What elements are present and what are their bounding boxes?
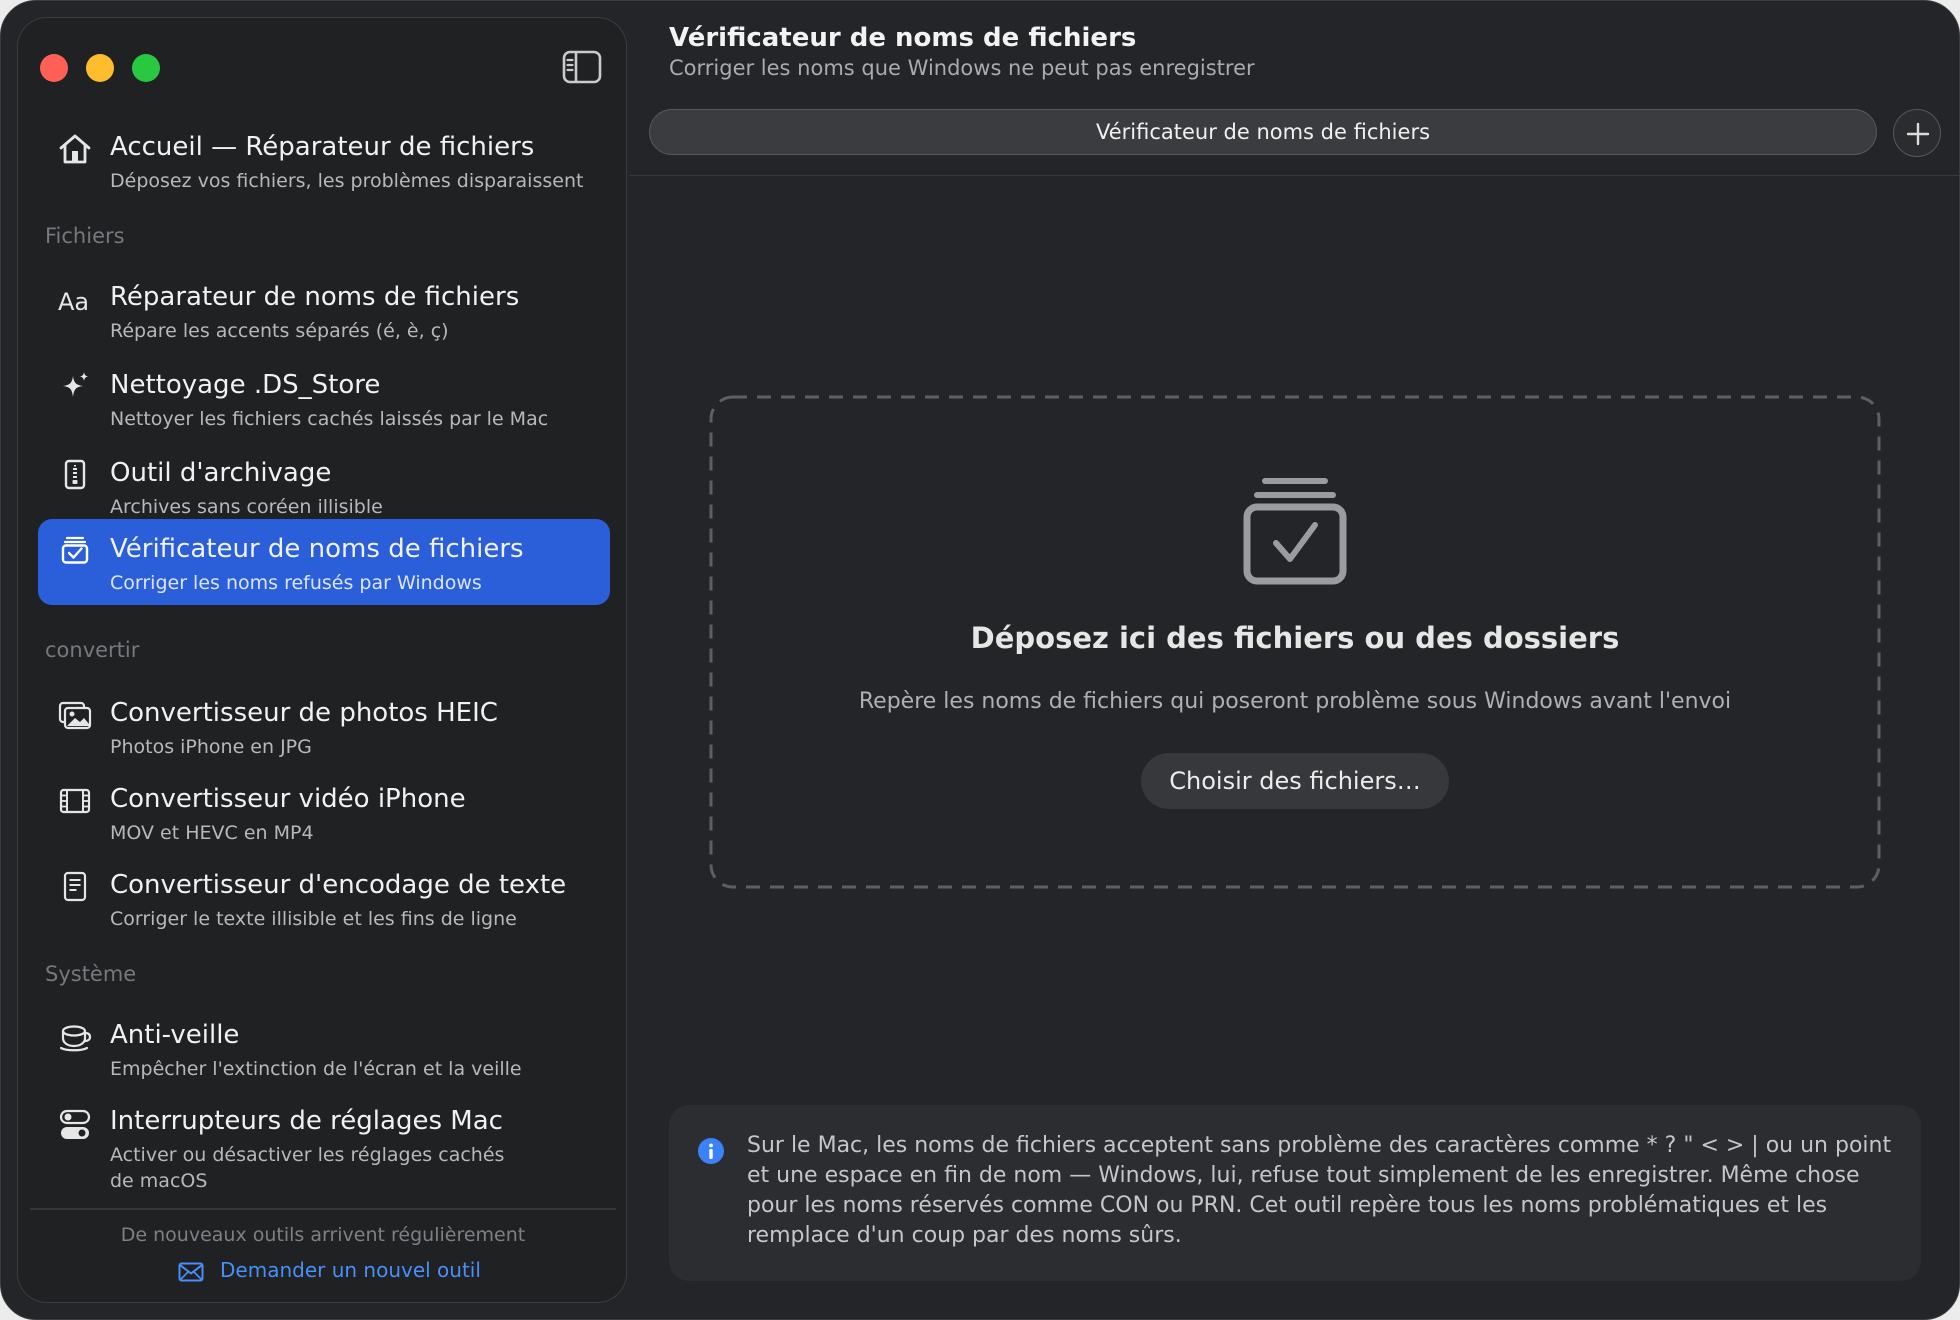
close-window-button[interactable] xyxy=(40,54,68,82)
sidebar-item-subtitle: Activer ou désactiver les réglages caché… xyxy=(110,1144,505,1192)
sidebar-item-subtitle: Empêcher l'extinction de l'écran et la v… xyxy=(110,1058,522,1080)
sidebar-item-filename-repair[interactable]: Aa Réparateur de noms de fichiers Répare… xyxy=(38,266,610,350)
sidebar-item-text-encoding-converter[interactable]: Convertisseur d'encodage de texte Corrig… xyxy=(38,854,610,938)
sidebar-item-home[interactable]: Accueil — Réparateur de fichiers Déposez… xyxy=(38,114,610,210)
sidebar-item-subtitle: Déposez vos fichiers, les problèmes disp… xyxy=(110,170,584,192)
sidebar-item-title: Convertisseur d'encodage de texte xyxy=(110,870,567,900)
sidebar-item-title: Réparateur de noms de fichiers xyxy=(110,282,520,312)
drop-zone-title: Déposez ici des fichiers ou des dossiers xyxy=(970,621,1620,655)
drop-zone-description: Repère les noms de fichiers qui poseront… xyxy=(858,689,1732,714)
section-header-system: Système xyxy=(45,962,137,986)
sidebar-item-anti-sleep[interactable]: Anti-veille Empêcher l'extinction de l'é… xyxy=(38,1004,610,1088)
sidebar-item-mac-settings-toggles[interactable]: Interrupteurs de réglages Mac Activer ou… xyxy=(38,1090,610,1202)
section-header-files: Fichiers xyxy=(45,224,125,248)
sidebar-item-subtitle: Corriger le texte illisible et les fins … xyxy=(110,908,517,930)
minimize-window-button[interactable] xyxy=(86,54,114,82)
sidebar-item-title: Anti-veille xyxy=(110,1020,240,1050)
sidebar-footer-text: De nouveaux outils arrivent régulièremen… xyxy=(120,1224,526,1246)
sidebar-item-subtitle: Nettoyer les fichiers cachés laissés par… xyxy=(110,408,549,430)
sidebar-item-subtitle: Archives sans coréen illisible xyxy=(110,496,383,518)
sidebar-item-subtitle: Corriger les noms refusés par Windows xyxy=(110,572,482,594)
info-icon xyxy=(698,1138,724,1164)
coffee-cup-icon xyxy=(59,1025,92,1052)
sidebar-item-title: Accueil — Réparateur de fichiers xyxy=(110,132,535,162)
info-panel: Sur le Mac, les noms de fichiers accepte… xyxy=(669,1105,1921,1281)
house-icon xyxy=(59,134,91,164)
section-header-convert: convertir xyxy=(45,638,140,662)
page-subtitle: Corriger les noms que Windows ne peut pa… xyxy=(669,56,1255,80)
sidebar-item-heic-converter[interactable]: Convertisseur de photos HEIC Photos iPho… xyxy=(38,682,610,766)
info-text: Sur le Mac, les noms de fichiers accepte… xyxy=(747,1133,1892,1248)
tray-checkmark-icon xyxy=(1243,478,1347,585)
sidebar-item-filename-checker[interactable]: Vérificateur de noms de fichiers Corrige… xyxy=(38,519,610,605)
photos-icon xyxy=(58,701,92,730)
film-icon xyxy=(59,788,91,814)
zipper-file-icon xyxy=(64,459,86,490)
choose-files-button[interactable]: Choisir des fichiers… xyxy=(1141,753,1449,809)
tray-checkmark-icon xyxy=(61,536,89,564)
sparkles-icon xyxy=(63,372,88,397)
sidebar-toggle-icon[interactable] xyxy=(562,50,602,84)
header-divider xyxy=(629,175,1959,176)
document-text-icon xyxy=(63,871,87,902)
sidebar-item-subtitle: MOV et HEVC en MP4 xyxy=(110,822,314,844)
svg-text:Aa: Aa xyxy=(58,288,89,316)
sidebar-item-title: Nettoyage .DS_Store xyxy=(110,370,381,400)
plus-icon xyxy=(1906,122,1930,146)
text-aa-icon: Aa xyxy=(58,288,89,316)
sidebar-item-archive-tool[interactable]: Outil d'archivage Archives sans coréen i… xyxy=(38,442,610,526)
add-tab-button[interactable] xyxy=(1893,109,1941,157)
sidebar-item-title: Interrupteurs de réglages Mac xyxy=(110,1106,503,1136)
sidebar-item-title: Outil d'archivage xyxy=(110,458,332,488)
sidebar-item-ds-store-cleanup[interactable]: Nettoyage .DS_Store Nettoyer les fichier… xyxy=(38,354,610,438)
sidebar-item-title: Convertisseur de photos HEIC xyxy=(110,698,498,728)
sidebar-footer-divider xyxy=(30,1208,616,1210)
page-title: Vérificateur de noms de fichiers xyxy=(669,23,1137,53)
sidebar-item-title: Convertisseur vidéo iPhone xyxy=(110,784,466,814)
sidebar-item-title: Vérificateur de noms de fichiers xyxy=(110,534,524,564)
envelope-icon xyxy=(178,1262,204,1282)
tab-filename-checker[interactable]: Vérificateur de noms de fichiers xyxy=(649,109,1877,155)
tab-label: Vérificateur de noms de fichiers xyxy=(1095,120,1431,144)
app-window: Accueil — Réparateur de fichiers Déposez… xyxy=(0,0,1960,1320)
request-tool-label: Demander un nouvel outil xyxy=(220,1258,481,1282)
sidebar-item-subtitle: Répare les accents séparés (é, è, ç) xyxy=(110,320,449,342)
switches-icon xyxy=(59,1109,91,1139)
sidebar-item-subtitle: Photos iPhone en JPG xyxy=(110,736,312,758)
zoom-window-button[interactable] xyxy=(132,54,160,82)
sidebar-item-video-converter[interactable]: Convertisseur vidéo iPhone MOV et HEVC e… xyxy=(38,768,610,852)
sidebar: Accueil — Réparateur de fichiers Déposez… xyxy=(17,17,627,1303)
